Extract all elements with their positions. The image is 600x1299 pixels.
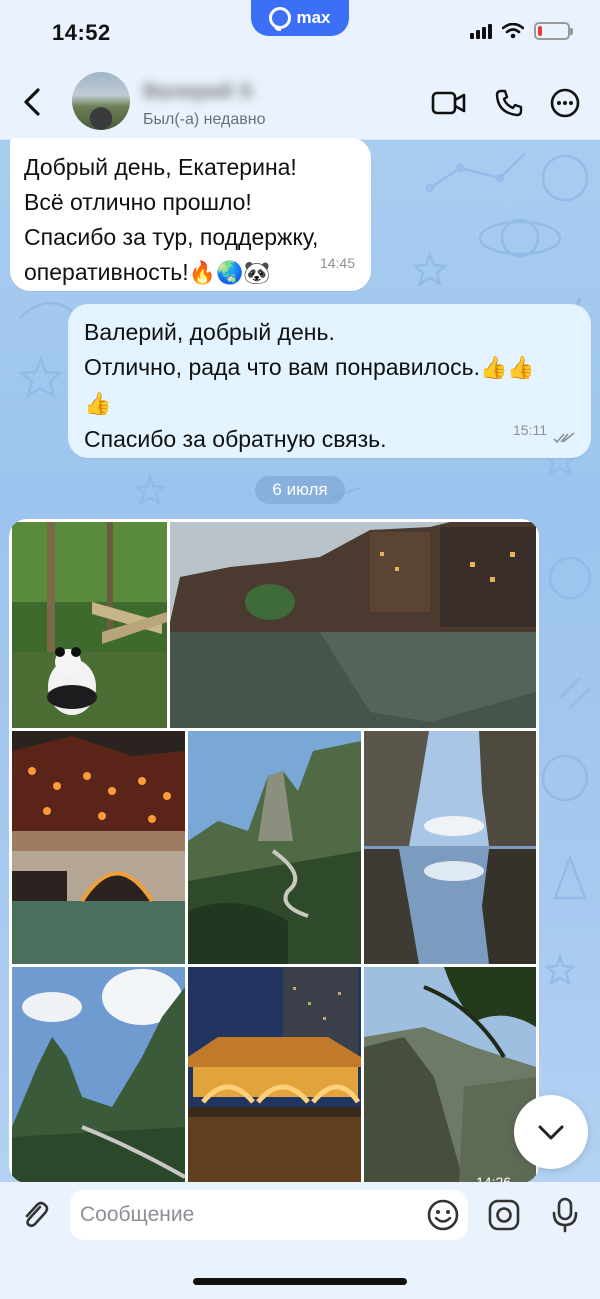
battery-level (538, 26, 543, 36)
photo-cliff-tree[interactable] (364, 967, 536, 1183)
clock: 14:52 (52, 20, 111, 45)
app-badge: max (251, 0, 349, 36)
date-separator: 6 июля (255, 476, 345, 504)
photo-river-town[interactable] (170, 522, 536, 728)
more-options-button[interactable] (546, 84, 584, 122)
scroll-to-bottom-button[interactable] (514, 1095, 588, 1169)
message-time: 15:11 (513, 422, 547, 438)
read-checkmarks-icon (553, 432, 575, 444)
app-badge-label: max (296, 8, 331, 27)
video-call-button[interactable] (430, 84, 468, 122)
message-composer (0, 1182, 600, 1299)
contact-name[interactable]: Валерий S (143, 80, 253, 104)
chevron-down-icon (538, 1125, 564, 1140)
photo-album (9, 519, 539, 1183)
message-line-with-emoji: оперативность!🔥🌏🐼 (24, 255, 357, 291)
chat-header: Валерий S Был(-а) недавно (0, 64, 600, 140)
chat-bubble-icon (269, 7, 292, 31)
message-line: Спасибо за тур, поддержку, (24, 224, 319, 250)
outgoing-message[interactable]: Валерий, добрый день. Отлично, рада что … (68, 304, 591, 458)
message-input[interactable] (70, 1190, 468, 1240)
message-line: оперативность! (24, 259, 189, 285)
photo-panda[interactable] (12, 522, 167, 728)
voice-call-button[interactable] (490, 84, 528, 122)
photo-karst-road[interactable] (188, 731, 361, 964)
message-time: 14:45 (319, 255, 355, 271)
message-line: Валерий, добрый день. (84, 319, 335, 345)
photo-canyon-reflection[interactable] (364, 731, 536, 964)
message-line-with-emoji: Отлично, рада что вам понравилось.👍👍 (84, 350, 575, 386)
cellular-signal-icon (470, 23, 492, 39)
message-line: Добрый день, Екатерина! (24, 154, 297, 180)
emoji-icon[interactable] (426, 1198, 460, 1232)
status-bar: 14:52 max (0, 0, 600, 64)
photo-mountain-road[interactable] (12, 967, 185, 1183)
incoming-message[interactable]: Добрый день, Екатерина! Всё отлично прош… (10, 138, 371, 291)
photo-lantern-bridge[interactable] (12, 731, 185, 964)
message-line: Всё отлично прошло! (24, 189, 252, 215)
message-emojis: 👍 (84, 392, 112, 417)
photo-night-pavilion[interactable] (188, 967, 361, 1183)
message-line: Спасибо за обратную связь. (84, 426, 387, 452)
video-call-icon (431, 91, 466, 115)
paperclip-icon[interactable] (18, 1198, 52, 1232)
phone-icon (495, 89, 523, 117)
message-emojis: 🔥🌏🐼 (188, 261, 271, 286)
message-line: Отлично, рада что вам понравилось. (84, 354, 480, 380)
home-indicator (193, 1278, 407, 1285)
avatar[interactable] (72, 72, 130, 130)
battery-icon (534, 22, 573, 40)
wifi-icon (502, 23, 524, 39)
contact-status: Был(-а) недавно (143, 111, 266, 128)
message-emoji-line: 👍 (84, 386, 575, 422)
back-arrow-icon[interactable] (14, 82, 50, 122)
microphone-icon[interactable] (548, 1196, 582, 1234)
more-icon (550, 88, 580, 118)
status-icons (470, 22, 573, 40)
camera-icon[interactable] (487, 1198, 521, 1232)
message-emojis: 👍👍 (479, 356, 535, 381)
